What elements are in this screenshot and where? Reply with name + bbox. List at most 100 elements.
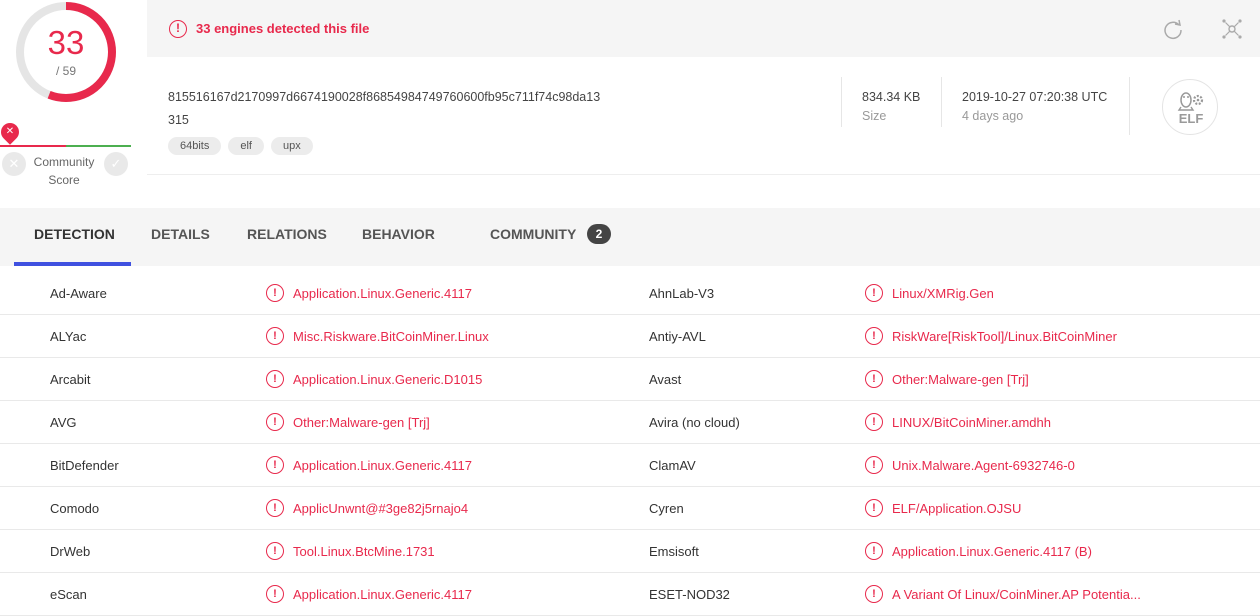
engine-name: Arcabit (50, 372, 91, 387)
alert-circle-icon: ! (266, 327, 284, 345)
detection-result: A Variant Of Linux/CoinMiner.AP Potentia… (892, 587, 1141, 602)
alert-circle-icon: ! (865, 456, 883, 474)
engine-name: DrWeb (50, 544, 91, 559)
file-type-label: ELF (1178, 111, 1204, 126)
file-type-icon: ELF (1162, 79, 1218, 135)
detection-result: Misc.Riskware.BitCoinMiner.Linux (293, 329, 489, 344)
file-size-label: Size (862, 109, 887, 123)
engine-name: ALYac (50, 329, 87, 344)
tab-community[interactable]: COMMUNITY (490, 226, 576, 242)
engine-name: Comodo (50, 501, 100, 516)
detection-score-gauge: 33 / 59 (14, 0, 118, 104)
alert-circle-icon: ! (865, 284, 883, 302)
alert-circle-icon: ! (266, 413, 284, 431)
alert-circle-icon: ! (266, 585, 284, 603)
detection-result: ApplicUnwnt@#3ge82j5rnajo4 (293, 501, 469, 516)
detection-result: Application.Linux.Generic.4117 (293, 286, 472, 301)
divider (941, 77, 942, 127)
community-label-line2: Score (48, 173, 80, 187)
table-row: eScan ! Application.Linux.Generic.4117 E… (0, 573, 1260, 616)
engine-name: Avast (649, 372, 682, 387)
detections-table: Ad-Aware ! Application.Linux.Generic.411… (0, 272, 1260, 616)
detection-result: Unix.Malware.Agent-6932746-0 (892, 458, 1075, 473)
detection-result: ELF/Application.OJSU (892, 501, 1022, 516)
table-row: Arcabit ! Application.Linux.Generic.D101… (0, 358, 1260, 401)
alert-circle-icon: ! (865, 327, 883, 345)
x-icon: ✕ (5, 126, 15, 137)
file-size: 834.34 KB (862, 90, 921, 104)
vote-malicious-button[interactable]: ✓ (104, 152, 128, 176)
engine-name: AVG (50, 415, 77, 430)
alert-circle-icon: ! (865, 542, 883, 560)
alert-circle-icon: ! (865, 585, 883, 603)
engine-name: Antiy-AVL (649, 329, 706, 344)
tab-relations[interactable]: RELATIONS (247, 226, 327, 242)
engine-name: ESET-NOD32 (649, 587, 730, 602)
check-icon: ✓ (110, 156, 122, 171)
divider (841, 77, 842, 127)
table-row: BitDefender ! Application.Linux.Generic.… (0, 444, 1260, 487)
tab-detection[interactable]: DETECTION (34, 226, 115, 242)
alert-circle-icon: ! (865, 413, 883, 431)
refresh-icon[interactable] (1162, 18, 1184, 40)
file-info-panel: 815516167d2170997d6674190028f86854984749… (147, 57, 1260, 175)
detection-banner: ! 33 engines detected this file (147, 0, 1260, 57)
detection-result: RiskWare[RiskTool]/Linux.BitCoinMiner (892, 329, 1117, 344)
detection-result: Application.Linux.Generic.4117 (293, 587, 472, 602)
detection-result: Application.Linux.Generic.4117 (293, 458, 472, 473)
tag[interactable]: 64bits (168, 137, 222, 155)
tag[interactable]: elf (228, 137, 264, 155)
table-row: Comodo ! ApplicUnwnt@#3ge82j5rnajo4 Cyre… (0, 487, 1260, 530)
tab-behavior[interactable]: BEHAVIOR (362, 226, 435, 242)
alert-circle-icon: ! (865, 499, 883, 517)
table-row: ALYac ! Misc.Riskware.BitCoinMiner.Linux… (0, 315, 1260, 358)
community-score-marker: ✕ (0, 119, 23, 145)
detection-result: Application.Linux.Generic.4117 (B) (892, 544, 1092, 559)
engine-name: BitDefender (50, 458, 119, 473)
analysis-date-ago: 4 days ago (962, 109, 1024, 123)
community-count-badge: 2 (587, 224, 611, 244)
alert-circle-icon: ! (169, 20, 187, 38)
alert-circle-icon: ! (865, 370, 883, 388)
engine-name: ClamAV (649, 458, 696, 473)
alert-circle-icon: ! (266, 542, 284, 560)
detection-result: Application.Linux.Generic.D1015 (293, 372, 483, 387)
engine-name: Avira (no cloud) (649, 415, 740, 430)
community-score-negative-bar (0, 145, 66, 147)
table-row: DrWeb ! Tool.Linux.BtcMine.1731 Emsisoft… (0, 530, 1260, 573)
total-engines: / 59 (55, 64, 76, 78)
engine-name: eScan (50, 587, 87, 602)
tab-bar: DETECTION DETAILS RELATIONS BEHAVIOR COM… (0, 208, 1260, 266)
active-tab-indicator (14, 262, 131, 266)
alert-circle-icon: ! (266, 499, 284, 517)
engine-name: Cyren (649, 501, 684, 516)
file-hash[interactable]: 815516167d2170997d6674190028f86854984749… (168, 90, 600, 104)
detected-count: 33 (47, 24, 85, 61)
detection-result: Tool.Linux.BtcMine.1731 (293, 544, 435, 559)
tab-details[interactable]: DETAILS (151, 226, 210, 242)
table-row: Ad-Aware ! Application.Linux.Generic.411… (0, 272, 1260, 315)
graph-icon[interactable] (1221, 18, 1243, 40)
linux-penguin-icon (1177, 92, 1204, 111)
x-icon: ✕ (8, 156, 20, 171)
alert-circle-icon: ! (266, 456, 284, 474)
alert-circle-icon: ! (266, 284, 284, 302)
alert-circle-icon: ! (266, 370, 284, 388)
file-tags: 64bits elf upx (168, 136, 320, 155)
community-score-positive-bar (66, 145, 131, 147)
community-score-label: Community Score (28, 153, 100, 189)
detection-result: Other:Malware-gen [Trj] (892, 372, 1029, 387)
table-row: AVG ! Other:Malware-gen [Trj] Avira (no … (0, 401, 1260, 444)
detection-result: Linux/XMRig.Gen (892, 286, 994, 301)
analysis-date: 2019-10-27 07:20:38 UTC (962, 90, 1108, 104)
community-label-line1: Community (33, 155, 95, 169)
divider (1129, 77, 1130, 135)
vote-harmless-button[interactable]: ✕ (2, 152, 26, 176)
banner-text: 33 engines detected this file (196, 21, 370, 36)
detection-result: LINUX/BitCoinMiner.amdhh (892, 415, 1051, 430)
engine-name: Ad-Aware (50, 286, 107, 301)
community-score: ✕ ✕ Community Score ✓ (0, 119, 132, 190)
detection-result: Other:Malware-gen [Trj] (293, 415, 430, 430)
tag[interactable]: upx (270, 137, 313, 155)
engine-name: AhnLab-V3 (649, 286, 715, 301)
